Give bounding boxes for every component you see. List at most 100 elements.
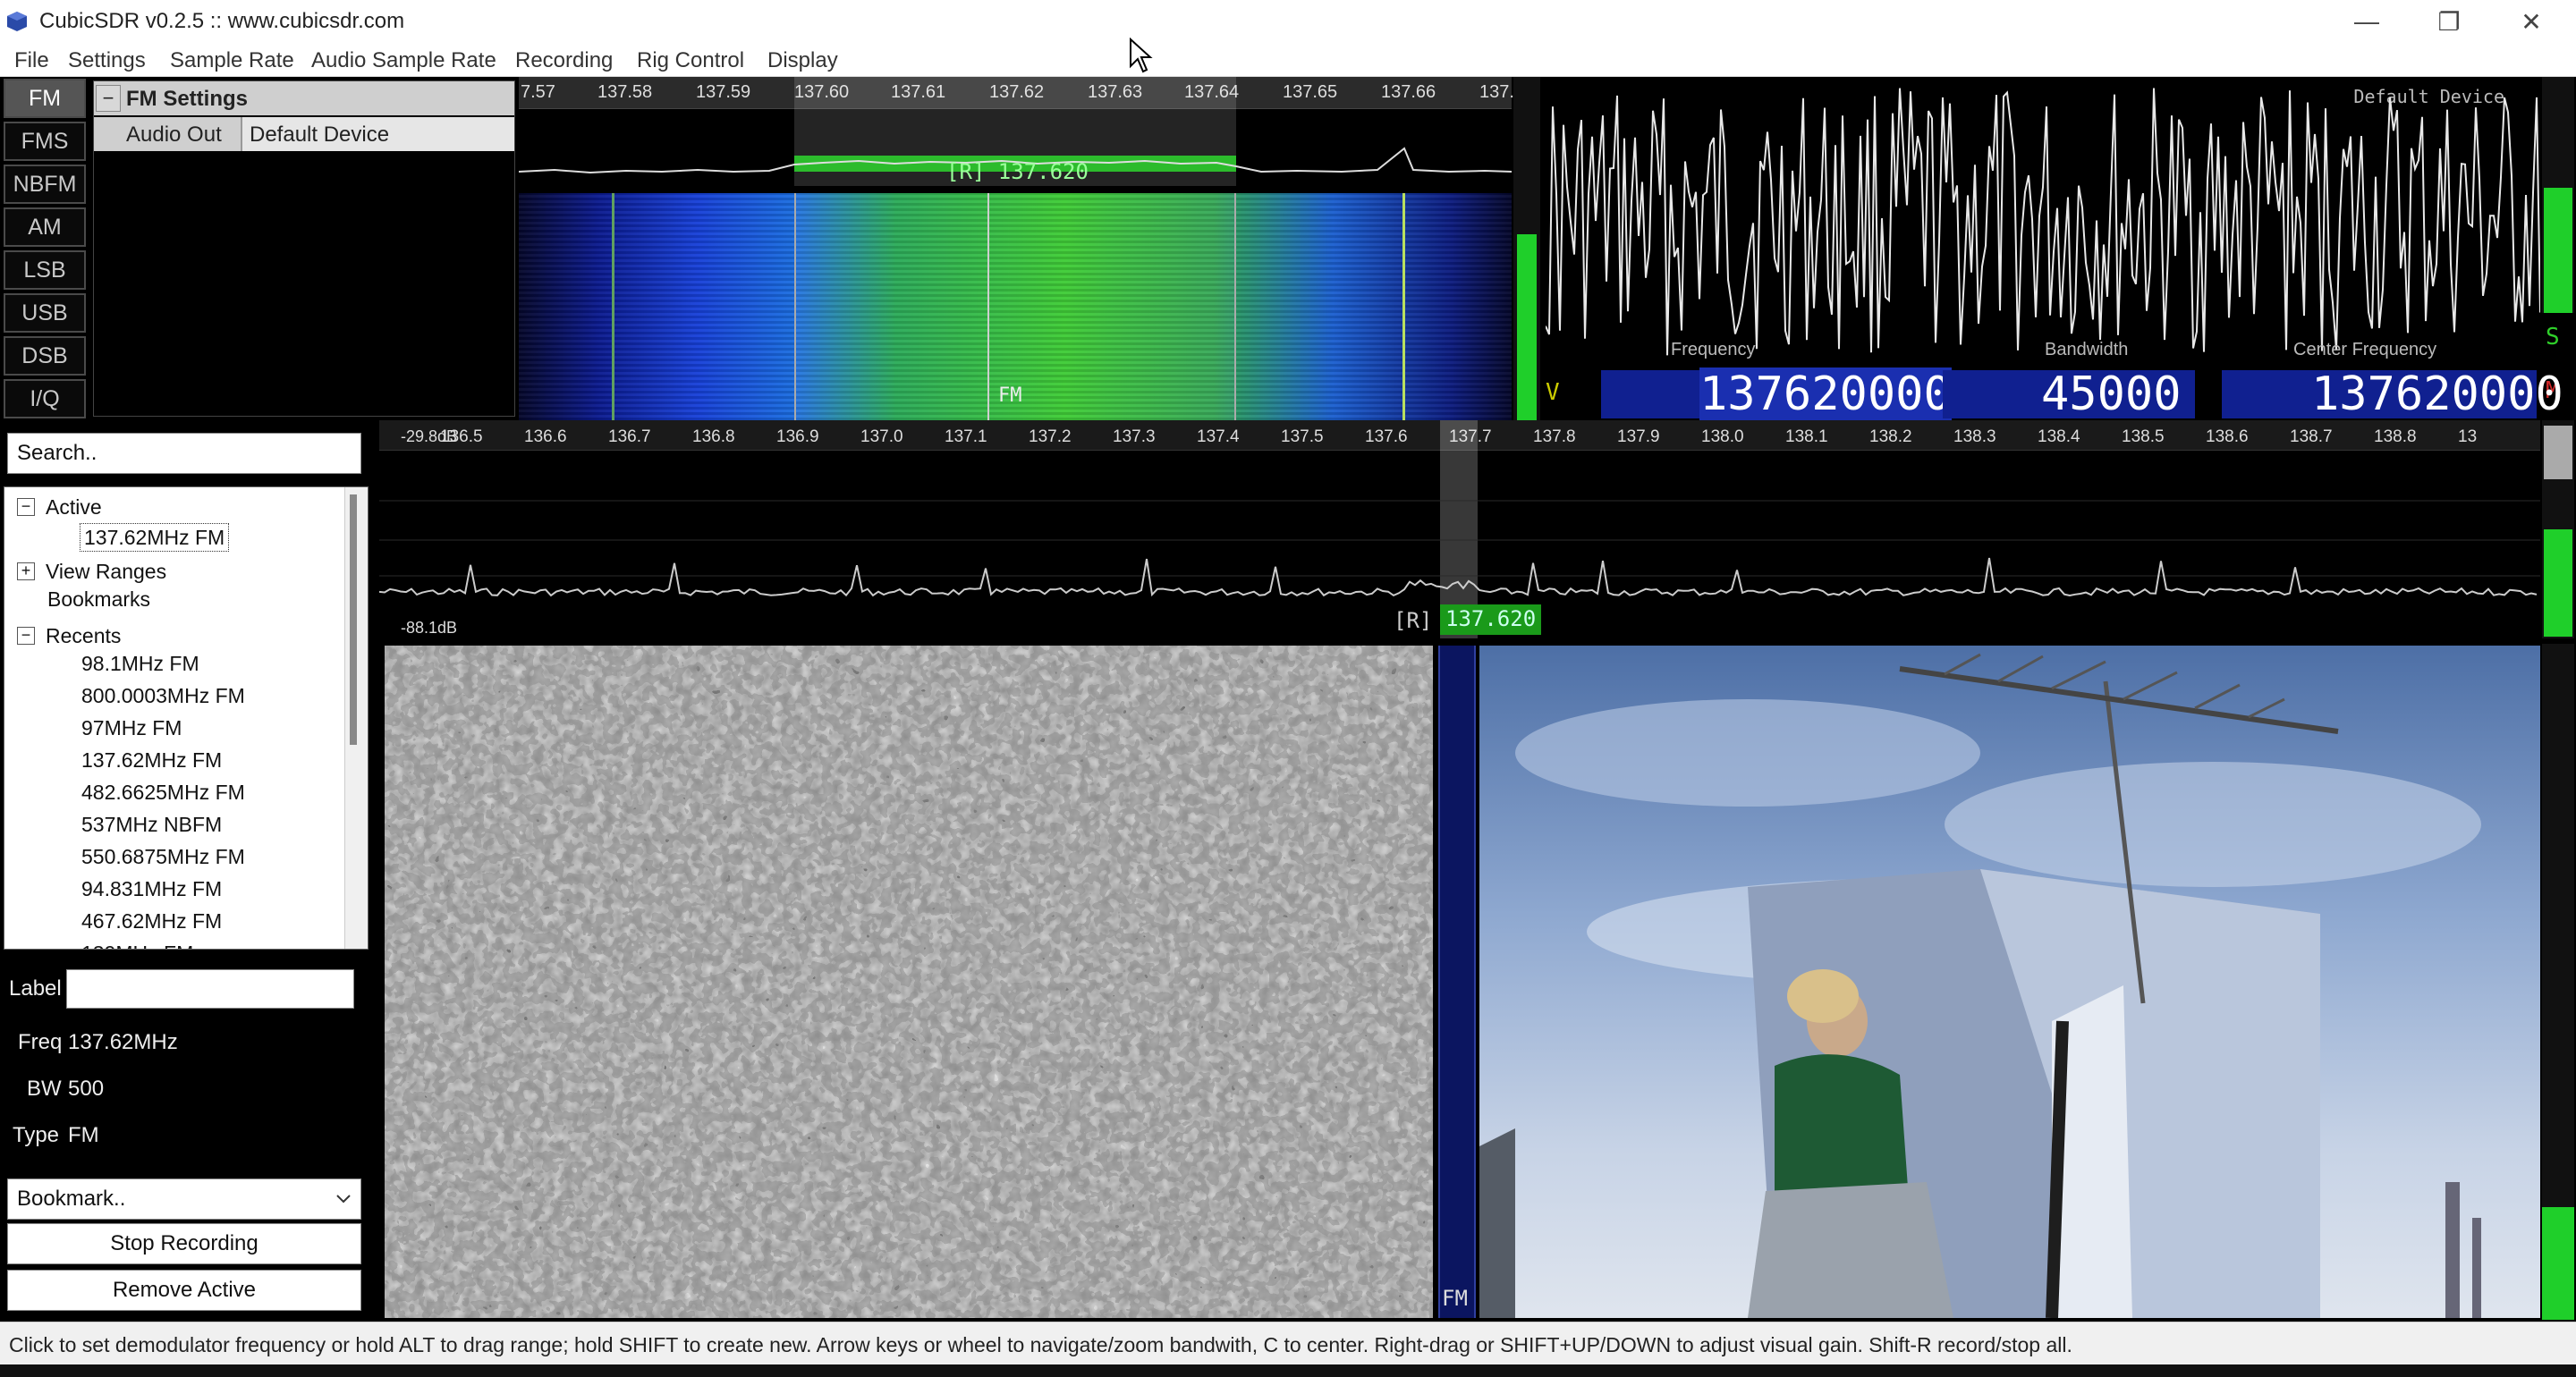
waterfall-speed-fill [2542,1207,2574,1320]
recent-item[interactable]: 137.62MHz FM [81,748,222,781]
bw-value: 500 [68,1077,105,1101]
close-button[interactable]: ✕ [2490,0,2572,43]
scope-waveform [1546,88,2540,356]
menu-recording[interactable]: Recording [503,46,625,75]
bookmark-search-input[interactable]: Search.. [7,433,361,474]
restore-button[interactable]: ❐ [2408,0,2490,43]
main-spectrum[interactable]: -29.8dB 136.5 136.6 136.7 136.8 136.9 137.0 13… [379,420,2540,638]
taskbar-strip [0,1364,2576,1377]
center-frequency-caption: Center Frequency [2293,340,2437,359]
collapse-icon[interactable]: − [17,498,35,516]
audio-out-value[interactable]: Default Device [241,117,514,151]
title-bar: CubicSDR v0.2.5 :: www.cubicsdr.com — ❐ … [0,0,2576,43]
waterfall-selection-strip[interactable] [1438,646,1476,1318]
recent-item[interactable]: 550.6875MHz FM [81,845,245,877]
fm-settings-title: FM Settings [126,87,248,111]
tick-label: 137.59 [696,82,751,102]
recent-item[interactable]: 94.831MHz FM [81,877,222,909]
frequency-value: 137620000 [1699,367,1952,421]
tick-label: 137.6 [1365,427,1408,446]
tick-label: 136.7 [608,427,651,446]
expand-icon[interactable]: + [17,562,35,580]
center-frequency-readout[interactable]: 137620000 [2222,370,2563,418]
volume-label: V [1546,379,1560,406]
fm-settings-header: − FM Settings [94,81,514,115]
waterfall-image [1479,646,2540,1318]
gain-meter-fill [2544,529,2572,637]
recent-item[interactable]: 97MHz FM [81,716,182,748]
center-frequency-value: 137620000 [2311,367,2563,421]
label-input[interactable] [66,969,354,1009]
tree-bookmarks[interactable]: Bookmarks [47,587,150,620]
demod-spectrum[interactable]: 7.57 137.58 137.59 137.60 137.61 137.62 … [519,77,1514,420]
tick-label: 137.3 [1113,427,1156,446]
tree-recents-label: Recents [46,623,122,647]
recent-item[interactable]: 482.6625MHz FM [81,781,245,813]
tree-view-ranges[interactable]: + View Ranges [17,555,166,587]
recent-item[interactable]: 467.62MHz FM [81,909,222,942]
mode-usb-button[interactable]: USB [4,293,86,333]
rooftop-antenna-image [1479,653,2481,1318]
mode-fm-button[interactable]: FM [4,79,86,118]
waterfall-mode-label: FM [1442,1286,1468,1311]
mode-nbfm-button[interactable]: NBFM [4,165,86,204]
tick-label: 138.8 [2374,427,2417,446]
tick-label: 136.8 [692,427,735,446]
recent-item[interactable]: 139MHz FM [81,942,193,949]
recent-item[interactable]: 98.1MHz FM [81,652,199,684]
audio-scope[interactable]: Default Device [1546,77,2540,367]
bookmark-tree[interactable]: − Active 137.62MHz FM + View Ranges Book… [4,486,369,950]
squelch-meter-fill [2544,188,2572,313]
tree-recents[interactable]: − Recents [17,620,121,652]
recent-item[interactable]: 537MHz NBFM [81,813,222,845]
bandwidth-caption: Bandwidth [2045,340,2129,359]
recent-item[interactable]: 800.0003MHz FM [81,684,245,716]
db-bottom-label: -88.1dB [401,619,458,637]
menu-rig-control[interactable]: Rig Control [624,46,757,75]
chevron-down-icon [336,1195,351,1204]
frequency-readout[interactable]: 137620000 [1601,367,1952,421]
freq-value: 137.62MHz [68,1030,178,1054]
frequency-caption: Frequency [1671,340,1756,359]
stop-recording-button[interactable]: Stop Recording [7,1223,361,1264]
menu-settings[interactable]: Settings [55,46,158,75]
meter-s-label[interactable]: S [2546,324,2560,351]
tick-label: 136.5 [440,427,483,446]
collapse-icon[interactable]: − [17,627,35,645]
mouse-cursor-icon [1130,38,1153,73]
label-caption: Label [9,976,62,1001]
menu-sample-rate[interactable]: Sample Rate [157,46,307,75]
tree-scrollbar-thumb[interactable] [350,494,357,745]
tick-label: 13 [2458,427,2478,446]
signal-line [612,193,614,420]
mode-am-button[interactable]: AM [4,207,86,247]
menu-bar: File Settings Sample Rate Audio Sample R… [0,43,2576,77]
remove-active-button[interactable]: Remove Active [7,1270,361,1311]
tick-label: 137.58 [597,82,653,102]
cubicsdr-logo-icon [7,12,27,31]
bookmark-select-value: Bookmark.. [17,1187,126,1211]
tick-label: 137.8 [1533,427,1576,446]
waterfall-speed-meter[interactable] [2542,644,2574,1207]
tick-label: 137.65 [1283,82,1338,102]
menu-audio-sample-rate[interactable]: Audio Sample Rate [299,46,509,75]
tree-active-item[interactable]: 137.62MHz FM [80,523,230,552]
mode-fms-button[interactable]: FMS [4,122,86,161]
tick-label: 137.2 [1029,427,1072,446]
waterfall-noise[interactable] [385,646,1433,1318]
bookmark-select[interactable]: Bookmark.. [7,1178,361,1220]
menu-display[interactable]: Display [755,46,851,75]
mode-iq-button[interactable]: I/Q [4,379,86,418]
window-title: CubicSDR v0.2.5 :: www.cubicsdr.com [39,9,405,33]
collapse-icon[interactable]: − [96,85,121,112]
tick-label: 138.5 [2122,427,2165,446]
bandwidth-readout[interactable]: 45000 [1943,370,2195,418]
mode-dsb-button[interactable]: DSB [4,336,86,376]
mode-lsb-button[interactable]: LSB [4,250,86,290]
minimize-button[interactable]: — [2326,0,2408,43]
tick-label: 138.1 [1785,427,1828,446]
tick-label: 137.5 [1281,427,1324,446]
tree-active[interactable]: − Active [17,491,102,523]
demod-marker-label: [R] 137.620 [946,159,1089,184]
menu-file[interactable]: File [2,46,62,75]
